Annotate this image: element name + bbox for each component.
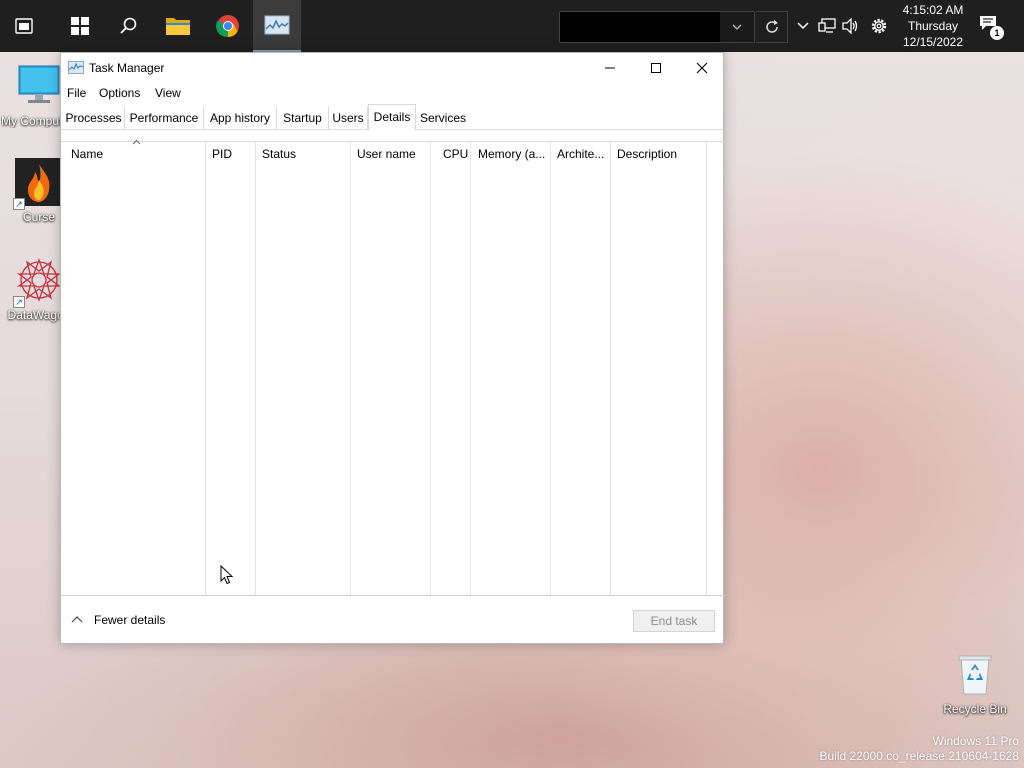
minimize-button[interactable] bbox=[587, 53, 633, 83]
column-cpu[interactable]: CPU bbox=[431, 142, 471, 595]
close-icon bbox=[696, 62, 708, 74]
refresh-icon bbox=[765, 20, 778, 33]
taskbar-address-input[interactable] bbox=[559, 11, 755, 43]
tab-strip: Processes Performance App history Startu… bbox=[61, 104, 723, 131]
curse-flame-icon: ↗ bbox=[13, 158, 63, 210]
folder-icon bbox=[166, 18, 190, 35]
tab-app-history[interactable]: App history bbox=[204, 107, 277, 130]
search-button[interactable] bbox=[104, 0, 152, 52]
details-table: Name PID Status User name CPU Memory (a.… bbox=[61, 139, 725, 596]
column-status[interactable]: Status bbox=[256, 142, 351, 595]
minimize-icon bbox=[605, 67, 615, 69]
maximize-button[interactable] bbox=[633, 53, 679, 83]
windows-logo-icon bbox=[71, 17, 89, 35]
fewer-details-label: Fewer details bbox=[94, 613, 166, 627]
task-manager-icon bbox=[68, 61, 84, 74]
chrome-icon bbox=[216, 15, 239, 38]
tab-processes[interactable]: Processes bbox=[63, 107, 125, 130]
watermark-edition: Windows 11 Pro bbox=[932, 734, 1019, 748]
menu-file[interactable]: File bbox=[67, 86, 86, 100]
notification-badge: 1 bbox=[990, 26, 1004, 40]
settings-button[interactable] bbox=[867, 14, 891, 38]
window-title: Task Manager bbox=[89, 61, 165, 75]
column-header-description: Description bbox=[617, 147, 678, 161]
column-description[interactable]: Description bbox=[611, 142, 707, 595]
start-button[interactable] bbox=[56, 0, 104, 52]
datawagon-icon: ↗ bbox=[13, 256, 63, 308]
tab-performance[interactable]: Performance bbox=[125, 107, 204, 130]
desktop-icon-label: Recycle Bin bbox=[943, 702, 1007, 716]
windows-watermark: Windows 11 Pro Build 22000.co_release.21… bbox=[820, 734, 1020, 764]
chrome-button[interactable] bbox=[204, 0, 252, 52]
clock[interactable]: 4:15:02 AM Thursday 12/15/2022 bbox=[896, 2, 970, 50]
widgets-button[interactable] bbox=[0, 0, 48, 52]
notification-center-button[interactable]: 1 bbox=[978, 14, 1008, 42]
chevron-down-icon bbox=[732, 24, 742, 30]
tab-startup[interactable]: Startup bbox=[277, 107, 329, 130]
file-explorer-button[interactable] bbox=[154, 0, 202, 52]
gear-icon bbox=[871, 18, 887, 34]
menu-bar: File Options View bbox=[61, 83, 723, 103]
refresh-button[interactable] bbox=[756, 11, 788, 43]
sort-ascending-icon bbox=[132, 139, 141, 145]
column-header-cpu: CPU bbox=[443, 147, 469, 161]
clock-time: 4:15:02 AM bbox=[902, 3, 964, 17]
chevron-up-icon bbox=[71, 616, 83, 623]
volume-button[interactable] bbox=[839, 14, 863, 38]
tab-users[interactable]: Users bbox=[329, 107, 368, 130]
title-bar[interactable]: Task Manager bbox=[61, 53, 723, 83]
task-manager-icon bbox=[264, 15, 290, 35]
column-header-memory: Memory (a... bbox=[478, 147, 546, 161]
monitor-icon bbox=[15, 62, 63, 110]
chevron-down-icon bbox=[797, 22, 809, 30]
close-button[interactable] bbox=[679, 53, 725, 83]
network-button[interactable] bbox=[815, 14, 839, 38]
column-pid[interactable]: PID bbox=[206, 142, 256, 595]
maximize-icon bbox=[651, 63, 661, 73]
task-manager-taskbar-button[interactable] bbox=[253, 0, 301, 52]
recycle-bin-icon bbox=[951, 650, 999, 698]
window-footer: Fewer details End task bbox=[61, 597, 723, 643]
column-architecture[interactable]: Archite... bbox=[551, 142, 611, 595]
tab-details[interactable]: Details bbox=[368, 104, 416, 131]
address-dropdown-button[interactable] bbox=[720, 12, 754, 42]
tray-overflow-button[interactable] bbox=[791, 14, 815, 38]
tab-services[interactable]: Services bbox=[416, 107, 470, 130]
mouse-cursor-icon bbox=[220, 565, 234, 585]
clock-day: Thursday bbox=[907, 19, 959, 33]
network-icon bbox=[818, 18, 836, 33]
widgets-icon bbox=[15, 18, 33, 34]
desktop-icon-recycle-bin[interactable]: Recycle Bin bbox=[937, 650, 1013, 716]
column-user-name[interactable]: User name bbox=[351, 142, 431, 595]
column-header-user-name: User name bbox=[357, 147, 416, 161]
clock-date: 12/15/2022 bbox=[902, 35, 964, 49]
column-header-name: Name bbox=[71, 147, 104, 161]
speaker-icon bbox=[842, 18, 858, 34]
task-manager-window: Task Manager File Options View Processes… bbox=[60, 52, 725, 644]
shortcut-arrow-icon: ↗ bbox=[13, 296, 25, 308]
search-icon bbox=[120, 17, 137, 34]
column-name[interactable]: Name bbox=[65, 139, 206, 595]
column-header-status: Status bbox=[262, 147, 297, 161]
column-header-pid: PID bbox=[212, 147, 233, 161]
column-memory[interactable]: Memory (a... bbox=[471, 142, 551, 595]
taskbar: 4:15:02 AM Thursday 12/15/2022 1 bbox=[0, 0, 1024, 52]
menu-options[interactable]: Options bbox=[99, 86, 140, 100]
shortcut-arrow-icon: ↗ bbox=[13, 198, 25, 210]
column-header-architecture: Archite... bbox=[557, 147, 605, 161]
menu-view[interactable]: View bbox=[155, 86, 181, 100]
watermark-build: Build 22000.co_release.210604-1628 bbox=[819, 749, 1020, 763]
end-task-button[interactable]: End task bbox=[633, 610, 715, 632]
desktop-icon-label: My Computer bbox=[1, 114, 61, 128]
